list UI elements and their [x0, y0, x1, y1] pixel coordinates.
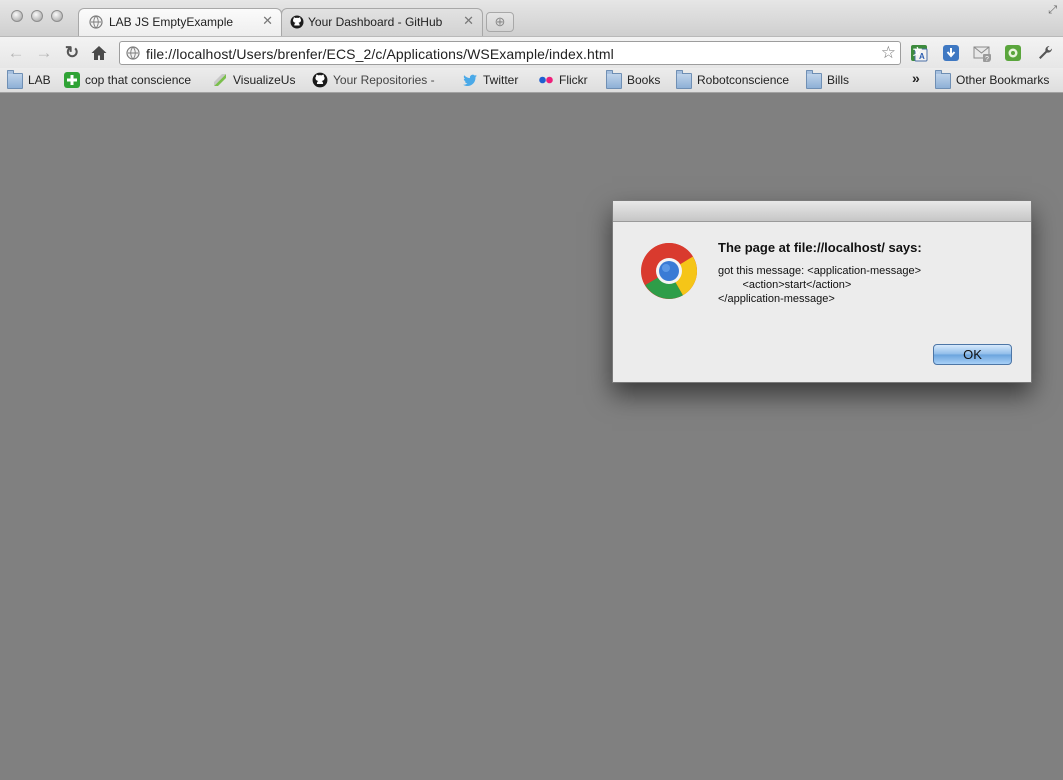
close-tab-icon[interactable]: ✕	[463, 13, 474, 29]
reload-button[interactable]: ↻	[61, 42, 83, 64]
bookmark-cop-that-conscience[interactable]: cop that conscience	[64, 71, 191, 89]
bookmark-your-repositories[interactable]: Your Repositories -	[312, 71, 435, 89]
toolbar: ← → ↻ file://localhost/Users/brenfer/ECS…	[0, 36, 1063, 69]
bookmark-label: cop that conscience	[85, 73, 192, 87]
wrench-icon[interactable]	[1036, 44, 1054, 62]
tab-title: LAB JS EmptyExample	[109, 15, 234, 29]
alert-dialog: The page at file://localhost/ says: got …	[612, 200, 1032, 383]
bookmarks-bar: LAB cop that conscience VisualizeUs Your…	[0, 68, 1063, 93]
github-icon	[312, 72, 328, 88]
evernote-icon[interactable]	[1004, 44, 1022, 62]
bookmark-books[interactable]: Books	[606, 70, 661, 89]
close-window-button[interactable]	[11, 10, 23, 22]
bookmark-label: Robotconscience	[697, 73, 790, 87]
globe-icon	[89, 15, 103, 29]
bookmark-label: Other Bookmarks	[956, 73, 1050, 87]
dialog-heading: The page at file://localhost/ says:	[718, 240, 922, 255]
bookmark-flickr[interactable]: Flickr	[538, 71, 588, 89]
bookmark-label: LAB	[28, 73, 51, 87]
back-button[interactable]: ←	[5, 42, 27, 64]
ok-button[interactable]: OK	[933, 344, 1012, 365]
bookmark-label: VisualizeUs	[233, 73, 296, 87]
folder-icon	[606, 70, 622, 89]
svg-text:?: ?	[985, 56, 989, 62]
folder-icon	[7, 70, 23, 89]
github-icon	[290, 15, 304, 29]
bookmark-robotconscience[interactable]: Robotconscience	[676, 70, 790, 89]
folder-icon	[806, 70, 822, 89]
folder-icon	[676, 70, 692, 89]
svg-text:A: A	[919, 52, 925, 61]
zoom-window-button[interactable]	[51, 10, 63, 22]
tab-title: Your Dashboard - GitHub	[308, 15, 443, 29]
chrome-logo-icon	[641, 243, 698, 299]
bookmark-twitter[interactable]: Twitter	[462, 71, 518, 89]
tab-lab-js[interactable]: LAB JS EmptyExample ✕	[78, 8, 282, 36]
address-bar[interactable]: file://localhost/Users/brenfer/ECS_2/c/A…	[119, 41, 901, 65]
fullscreen-icon[interactable]: ⤢	[1048, 4, 1057, 17]
visualizeus-icon	[214, 74, 226, 86]
bookmark-bills[interactable]: Bills	[806, 70, 850, 89]
bookmarks-overflow-button[interactable]: »	[912, 69, 920, 87]
close-tab-icon[interactable]: ✕	[262, 13, 273, 29]
download-extension-icon[interactable]	[942, 44, 960, 62]
translate-extension-icon[interactable]: 文 A	[910, 44, 928, 62]
globe-icon	[126, 46, 140, 60]
other-bookmarks[interactable]: Other Bookmarks	[935, 70, 1050, 89]
page-content	[0, 93, 1063, 780]
new-tab-button[interactable]: ⊕	[486, 12, 514, 32]
bookmark-lab[interactable]: LAB	[7, 70, 51, 89]
minimize-window-button[interactable]	[31, 10, 43, 22]
plus-icon	[64, 72, 80, 88]
forward-button[interactable]: →	[33, 42, 55, 64]
url-text[interactable]: file://localhost/Users/brenfer/ECS_2/c/A…	[146, 46, 614, 62]
bookmark-star-icon[interactable]: ☆	[881, 43, 896, 63]
bookmark-label: Twitter	[483, 73, 519, 87]
dialog-titlebar[interactable]	[613, 201, 1031, 222]
tab-github-dashboard[interactable]: Your Dashboard - GitHub ✕	[281, 8, 483, 36]
mail-checker-icon[interactable]: ?	[973, 44, 991, 62]
bookmark-label: Flickr	[559, 73, 588, 87]
bookmark-visualizeus[interactable]: VisualizeUs	[212, 71, 295, 89]
bookmark-label: Your Repositories -	[333, 73, 435, 87]
flickr-icon	[539, 76, 553, 84]
dialog-message: got this message: <application-message> …	[718, 265, 922, 305]
bookmark-label: Books	[627, 73, 661, 87]
twitter-icon	[463, 74, 477, 87]
folder-icon	[935, 70, 951, 89]
bookmark-label: Bills	[827, 73, 850, 87]
home-button[interactable]	[90, 44, 108, 62]
browser-window: LAB JS EmptyExample ✕ Your Dashboard - G…	[0, 0, 1063, 780]
tab-strip: LAB JS EmptyExample ✕ Your Dashboard - G…	[0, 0, 1063, 36]
